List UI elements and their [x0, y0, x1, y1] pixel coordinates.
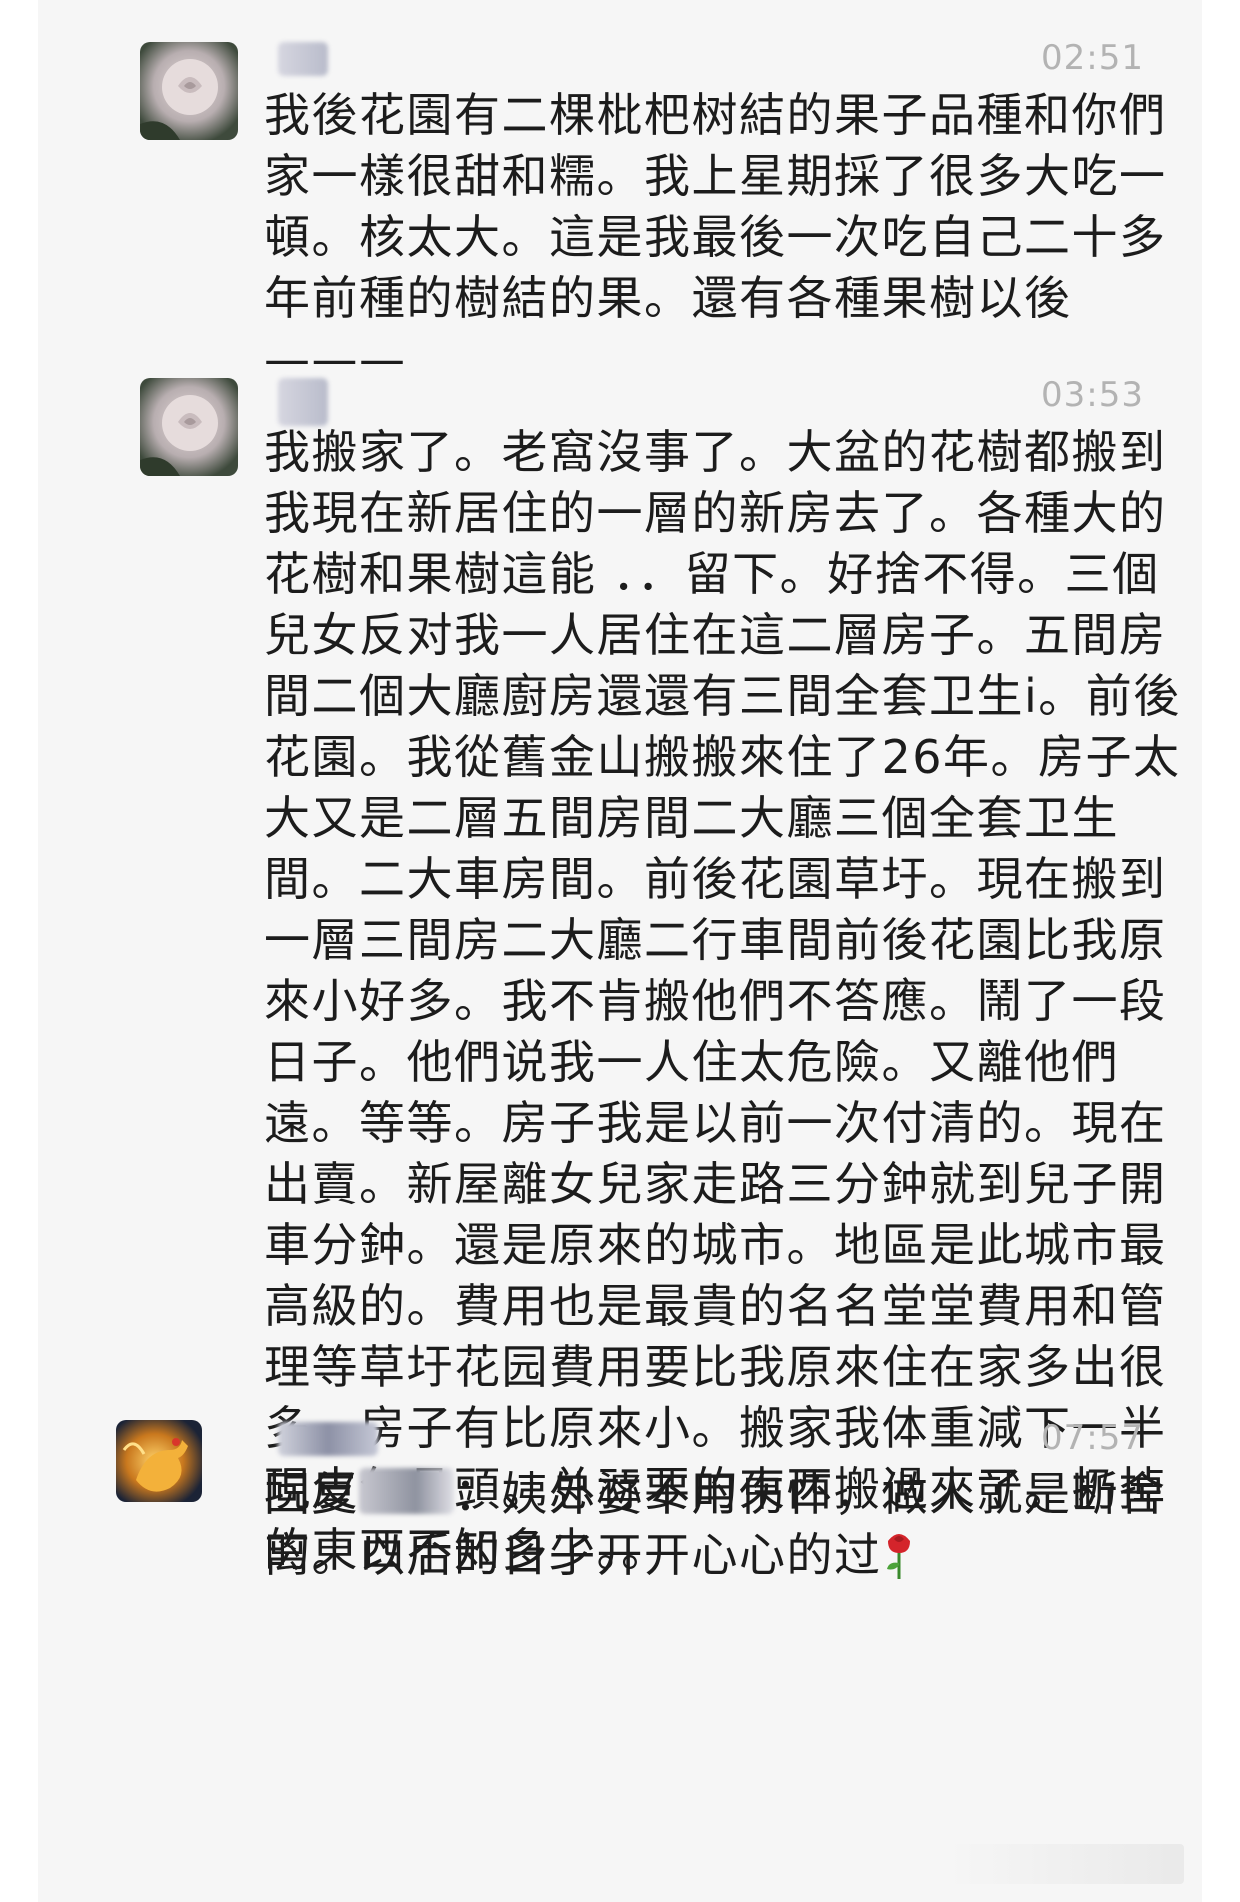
username-redacted	[278, 378, 328, 426]
comment-text: 我搬家了。老窩沒事了。大盆的花樹都搬到我現在新居住的一層的新房去了。各種大的花樹…	[264, 425, 1181, 1577]
username-redacted	[278, 1422, 378, 1456]
reply-prefix: 回复	[264, 1467, 359, 1521]
timestamp: 02:51	[1041, 38, 1144, 78]
username-redacted	[278, 42, 328, 76]
white-rose-avatar[interactable]	[140, 378, 238, 476]
watermark	[944, 1844, 1184, 1884]
comment-list: 02:51 我後花園有二棵枇杷树結的果子品種和你們家一樣很甜和糯。我上星期採了很…	[38, 0, 1202, 1902]
comment-text: 我後花園有二棵枇杷树結的果子品種和你們家一樣很甜和糯。我上星期採了很多大吃一頓。…	[264, 88, 1167, 386]
golden-rooster-avatar[interactable]	[116, 1420, 202, 1502]
rose-emoji-icon	[884, 1529, 914, 1596]
timestamp: 07:57	[1041, 1418, 1144, 1458]
comment-text: 回复 ：姨外婆不用伤怀，做人就是断舍离。以后的日子开开心心的过	[264, 1464, 1204, 1596]
timestamp: 03:53	[1041, 375, 1144, 415]
mention-redacted	[359, 1468, 454, 1514]
white-rose-avatar[interactable]	[140, 42, 238, 140]
